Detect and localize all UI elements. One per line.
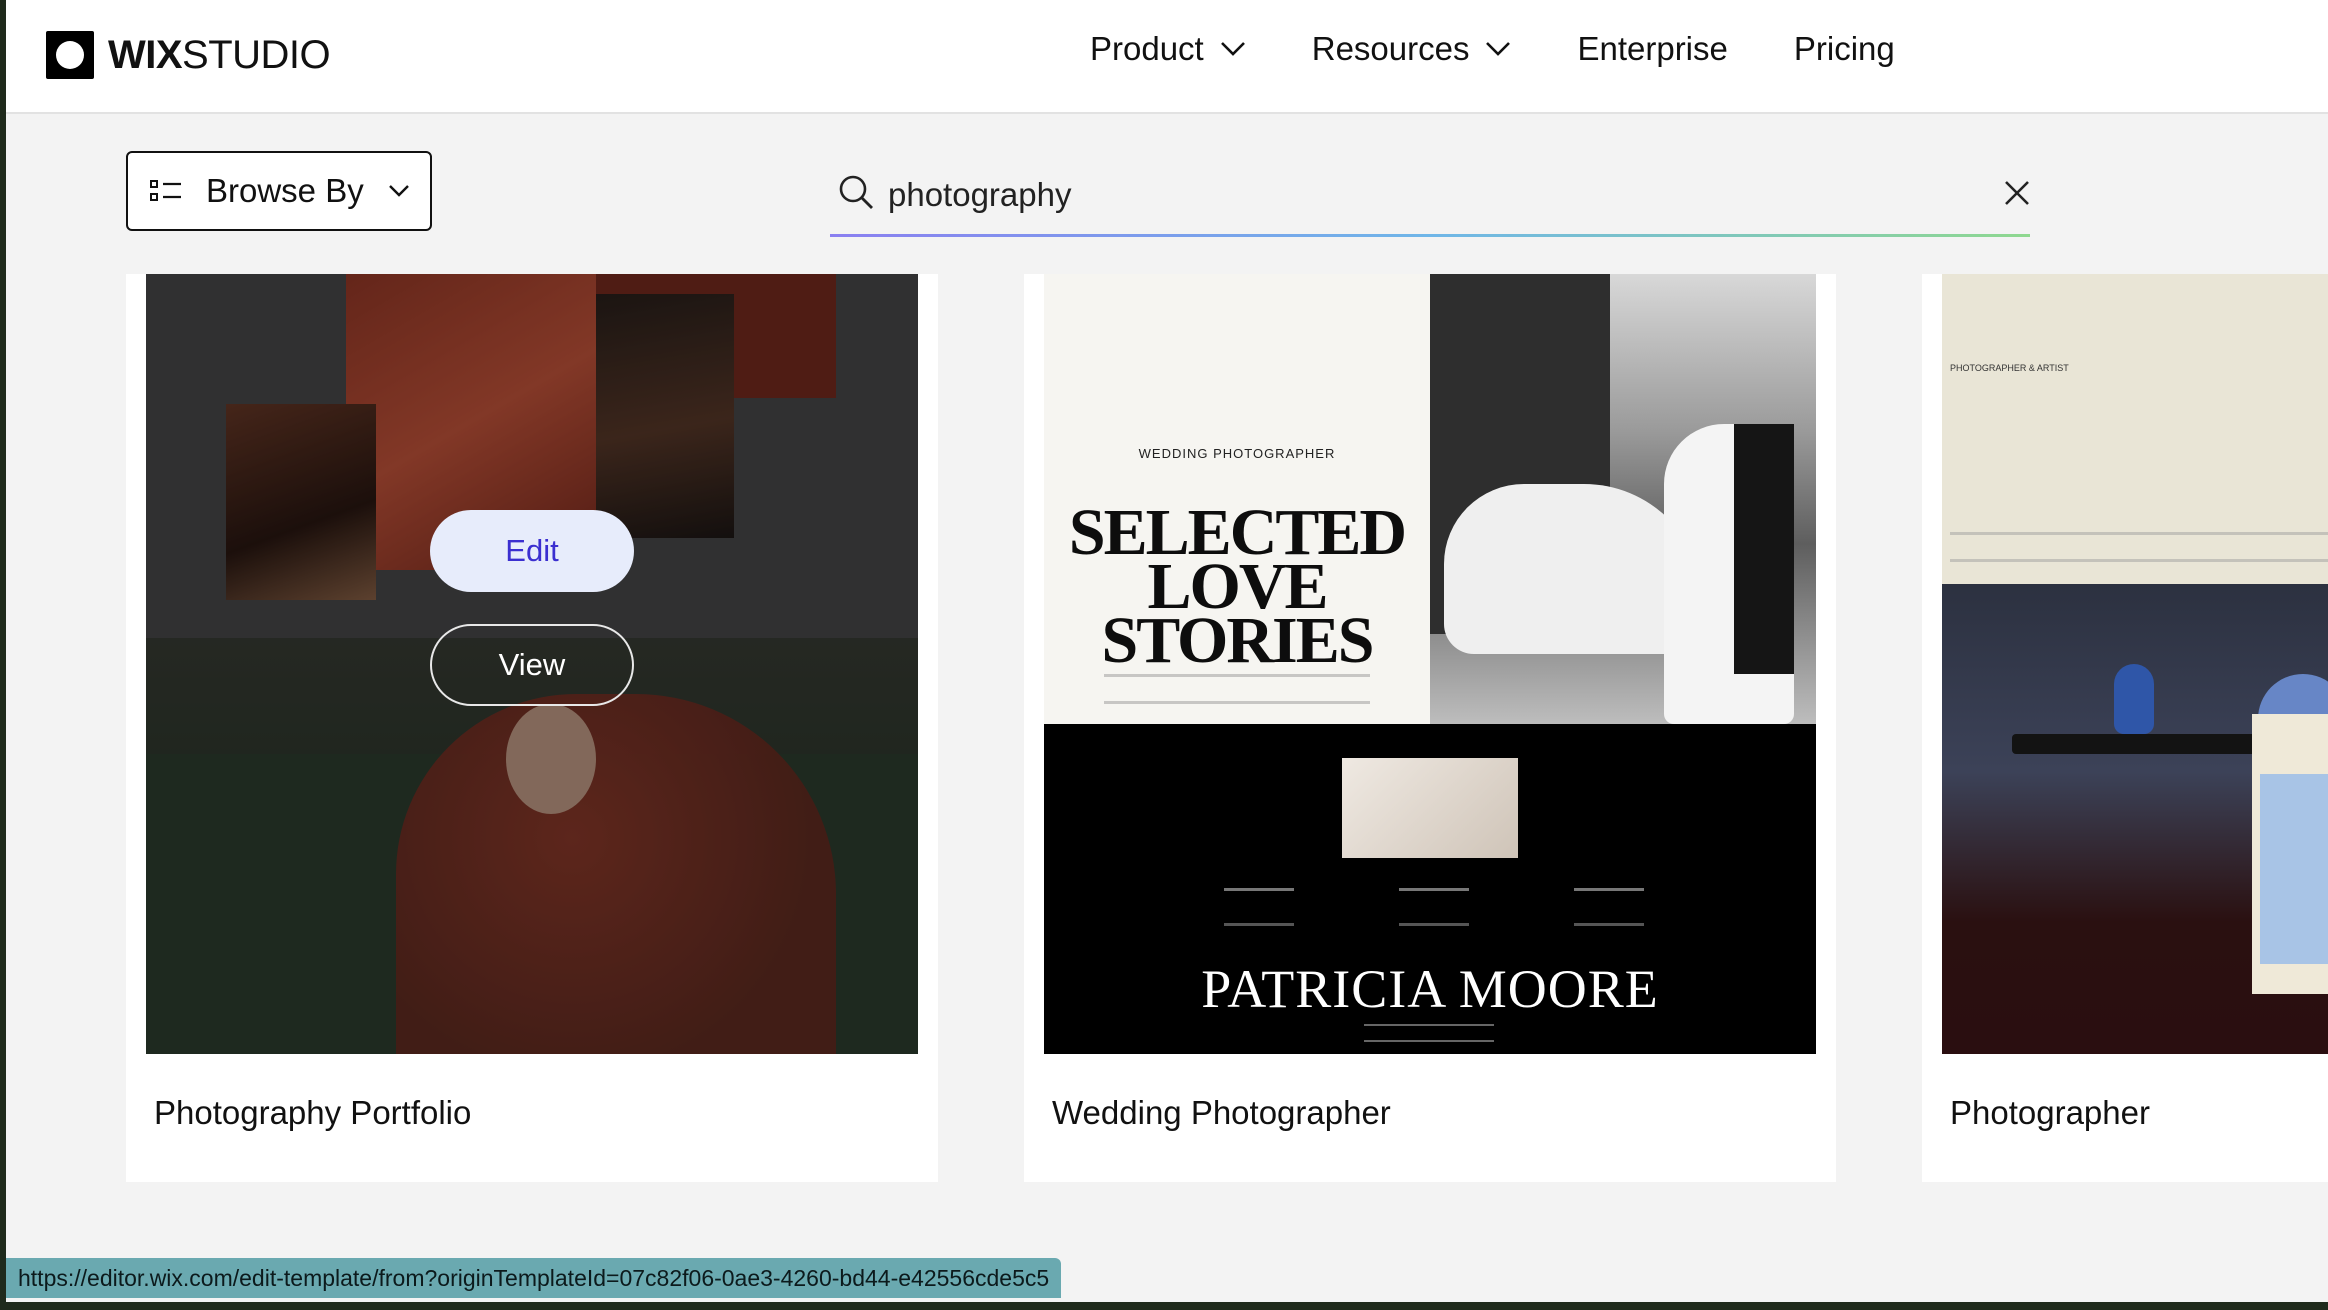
thumb-name: PATRICIA MOORE	[1201, 959, 1659, 1019]
chevron-down-icon	[1220, 42, 1245, 56]
thumb-text-lines	[1104, 674, 1370, 704]
nav-resources-label: Resources	[1311, 30, 1470, 67]
template-thumbnail[interactable]: WEDDING PHOTOGRAPHER SELECTED LOVE STORI…	[1044, 274, 1816, 1054]
thumb-kicker: WEDDING PHOTOGRAPHER	[1138, 446, 1336, 461]
chevron-down-icon	[388, 185, 409, 197]
thumb-text-lines	[1364, 1024, 1494, 1042]
template-card[interactable]: PHOTOGRAPHER & ARTIST Photographer	[1922, 274, 2328, 1182]
nav-enterprise-label: Enterprise	[1577, 30, 1728, 67]
template-title[interactable]: Photographer	[1950, 1094, 2150, 1132]
template-search	[830, 160, 2030, 237]
edit-button[interactable]: Edit	[430, 510, 634, 592]
logo-text: WIXSTUDIO	[108, 32, 331, 78]
logo-text-light: STUDIO	[182, 32, 331, 77]
browse-by-label: Browse By	[206, 172, 364, 209]
template-grid: Edit View Photography Portfolio WEDDING …	[6, 274, 2328, 1302]
thumb-headline: SELECTED LOVE STORIES	[1068, 496, 1407, 677]
thumb-photo	[1342, 758, 1518, 858]
thumb-footer-columns	[1224, 888, 1644, 928]
template-card[interactable]: Edit View Photography Portfolio	[126, 274, 938, 1182]
view-button[interactable]: View	[430, 624, 634, 706]
thumb-footer-column	[1224, 888, 1294, 926]
status-bar-url: https://editor.wix.com/edit-template/fro…	[6, 1258, 1062, 1298]
browser-viewport: WIXSTUDIO Product Resources Enterprise P…	[6, 0, 2328, 1302]
list-filter-icon	[150, 180, 181, 201]
search-input[interactable]	[886, 166, 1950, 224]
main-nav: Product Resources Enterprise Pricing	[1090, 30, 1961, 68]
nav-resources[interactable]: Resources	[1312, 30, 1512, 68]
thumb-vase	[2114, 664, 2154, 734]
close-icon[interactable]	[2004, 180, 2030, 206]
nav-pricing[interactable]: Pricing	[1794, 30, 1895, 68]
thumb-footer-column	[1399, 888, 1469, 926]
thumb-text-lines	[1950, 532, 2328, 562]
template-thumbnail[interactable]: PHOTOGRAPHER & ARTIST	[1942, 274, 2328, 1054]
thumb-groom	[1734, 424, 1794, 674]
template-thumbnail[interactable]: Edit View	[146, 274, 918, 1054]
template-title[interactable]: Wedding Photographer	[1052, 1094, 1391, 1132]
browse-by-button[interactable]: Browse By	[126, 151, 432, 231]
nav-pricing-label: Pricing	[1793, 30, 1895, 67]
thumb-kicker: PHOTOGRAPHER & ARTIST	[1950, 363, 2069, 373]
chevron-down-icon	[1486, 42, 1511, 56]
template-title[interactable]: Photography Portfolio	[154, 1094, 471, 1132]
search-icon	[839, 175, 873, 209]
thumb-footer-column	[1574, 888, 1644, 926]
logo-text-bold: WIX	[108, 32, 183, 77]
wix-studio-logo[interactable]: WIXSTUDIO	[46, 31, 331, 79]
template-card[interactable]: WEDDING PHOTOGRAPHER SELECTED LOVE STORI…	[1024, 274, 1836, 1182]
site-header: WIXSTUDIO Product Resources Enterprise P…	[6, 0, 2328, 114]
logo-mark-icon	[46, 31, 94, 79]
thumb-photo	[2260, 774, 2328, 964]
nav-enterprise[interactable]: Enterprise	[1577, 30, 1727, 68]
nav-product[interactable]: Product	[1090, 30, 1246, 68]
nav-product-label: Product	[1090, 30, 1204, 67]
